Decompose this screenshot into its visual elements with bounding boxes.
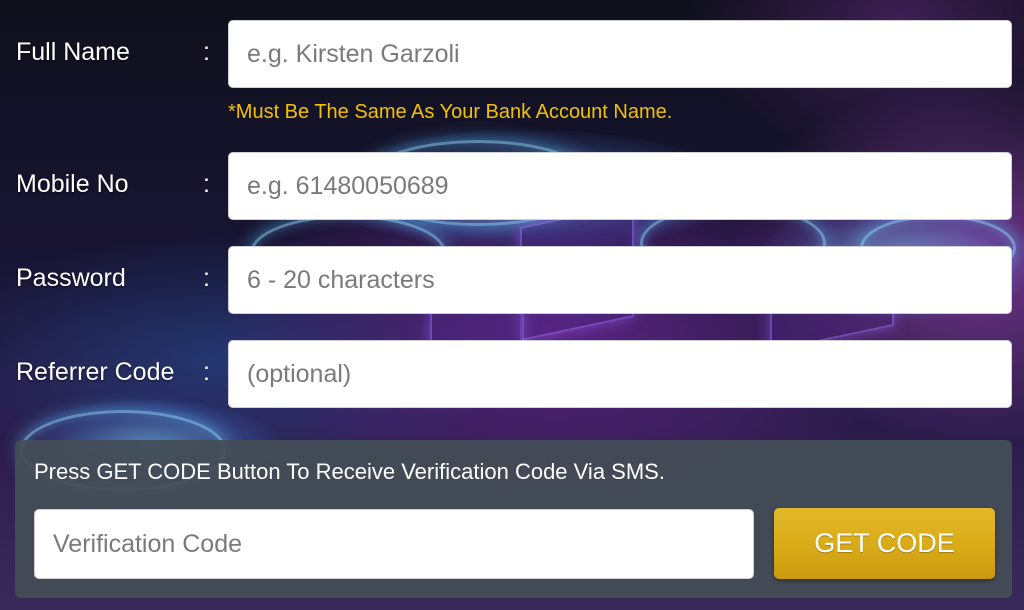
get-code-button[interactable]: GET CODE bbox=[774, 508, 995, 579]
mobile-label: Mobile No bbox=[16, 170, 129, 198]
referrer-code-label: Referrer Code bbox=[16, 358, 175, 386]
verification-panel: Press GET CODE Button To Receive Verific… bbox=[15, 440, 1012, 598]
verification-code-input[interactable] bbox=[34, 509, 754, 579]
password-colon: : bbox=[203, 264, 210, 292]
verification-instruction: Press GET CODE Button To Receive Verific… bbox=[34, 459, 665, 484]
mobile-colon: : bbox=[203, 170, 210, 198]
referrer-code-input[interactable] bbox=[228, 340, 1012, 408]
password-input[interactable] bbox=[228, 246, 1012, 314]
full-name-input[interactable] bbox=[228, 20, 1012, 88]
registration-form: Full Name : *Must Be The Same As Your Ba… bbox=[0, 0, 1024, 610]
password-label: Password bbox=[16, 264, 126, 292]
full-name-label: Full Name bbox=[16, 38, 130, 66]
mobile-input[interactable] bbox=[228, 152, 1012, 220]
full-name-note: *Must Be The Same As Your Bank Account N… bbox=[228, 101, 673, 123]
referrer-code-colon: : bbox=[203, 358, 210, 386]
full-name-colon: : bbox=[203, 38, 210, 66]
